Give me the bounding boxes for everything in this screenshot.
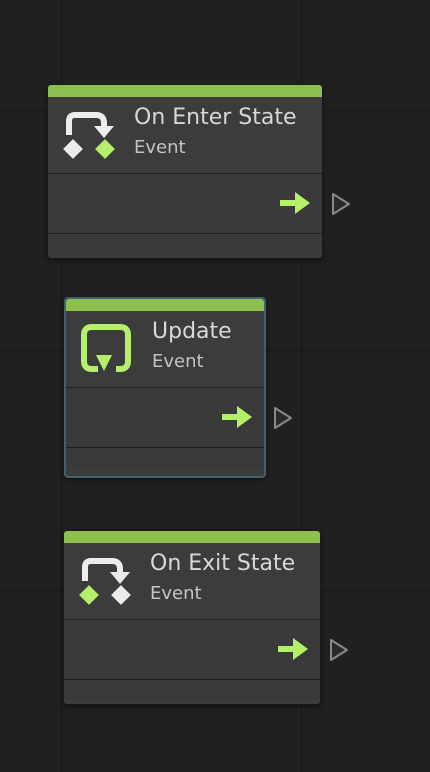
- node-subtitle: Event: [134, 137, 186, 158]
- node-on-enter-state[interactable]: On Enter State Event: [47, 84, 350, 259]
- node-header-bar: [66, 299, 264, 311]
- node-footer: [48, 234, 322, 254]
- flow-output-port[interactable]: [328, 637, 350, 663]
- flow-arrow-icon: [280, 192, 310, 214]
- flow-output-port[interactable]: [330, 191, 352, 217]
- node-port-row: [64, 620, 348, 680]
- flow-arrow-icon: [222, 406, 252, 428]
- node-title-row[interactable]: Update Event: [66, 311, 264, 388]
- node-footer: [66, 448, 264, 468]
- node-port-row: [48, 174, 350, 234]
- node-subtitle: Event: [152, 351, 204, 372]
- node-subtitle: Event: [150, 583, 202, 604]
- node-title-row[interactable]: On Exit State Event: [64, 543, 320, 620]
- enter-state-icon: [63, 112, 115, 159]
- flow-output-port[interactable]: [272, 405, 294, 431]
- node-title-row[interactable]: On Enter State Event: [48, 97, 322, 174]
- node-title: On Enter State: [134, 105, 297, 130]
- node-title: On Exit State: [150, 551, 296, 576]
- node-title: Update: [152, 319, 232, 344]
- node-header-bar: [64, 531, 320, 543]
- node-update[interactable]: Update Event: [64, 297, 292, 478]
- flow-arrow-icon: [278, 638, 308, 660]
- node-header-bar: [48, 85, 322, 97]
- update-loop-icon: [81, 324, 131, 372]
- node-footer: [64, 680, 320, 700]
- node-port-row: [66, 388, 292, 448]
- node-on-exit-state[interactable]: On Exit State Event: [63, 530, 348, 705]
- exit-state-icon: [79, 558, 131, 605]
